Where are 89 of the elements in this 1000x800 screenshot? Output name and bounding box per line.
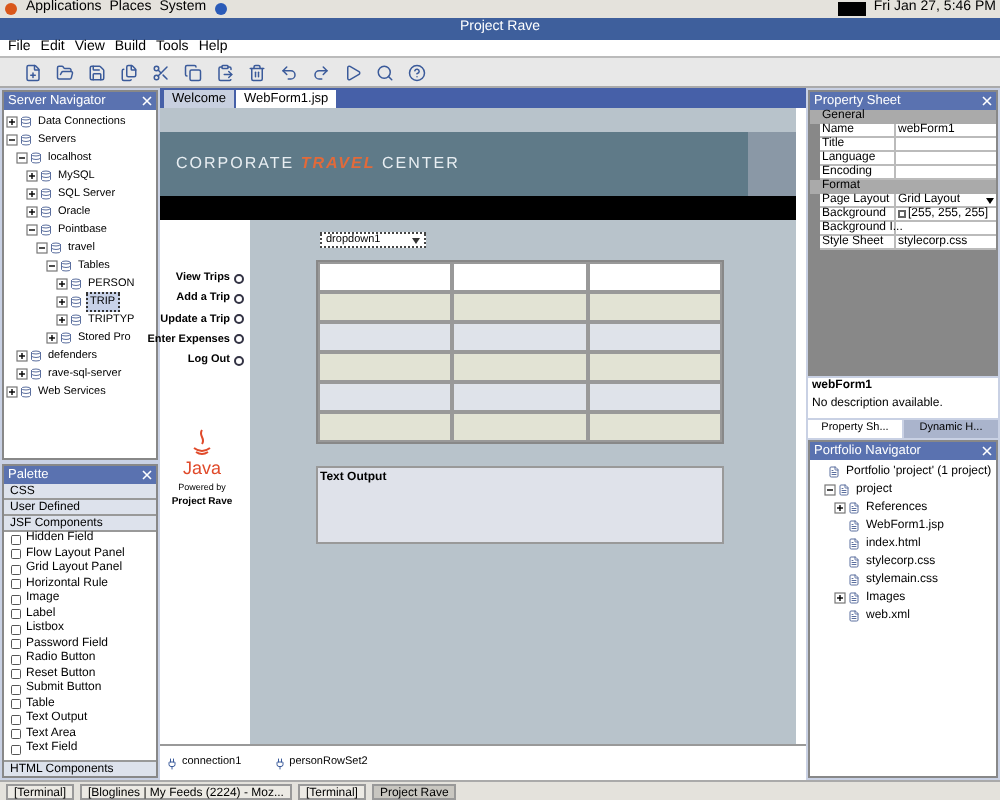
tree-node-icon bbox=[30, 151, 42, 163]
table-cell bbox=[587, 352, 722, 382]
expand-toggle-icon[interactable] bbox=[26, 205, 38, 217]
expand-toggle-icon[interactable] bbox=[834, 501, 846, 513]
close-icon[interactable] bbox=[982, 96, 992, 106]
tree-node-icon bbox=[20, 115, 32, 127]
tree-node-icon bbox=[30, 367, 42, 379]
expand-toggle-icon[interactable] bbox=[16, 367, 28, 379]
expand-toggle-icon[interactable] bbox=[56, 313, 68, 325]
tree-node-icon bbox=[60, 259, 72, 271]
expand-toggle-icon[interactable] bbox=[834, 591, 846, 603]
toolbar-icon[interactable] bbox=[312, 63, 330, 81]
logo-text: Java bbox=[182, 460, 221, 479]
tree-node-icon bbox=[60, 331, 72, 343]
table-cell bbox=[452, 322, 588, 352]
tree-node-icon bbox=[40, 187, 52, 199]
table-cell bbox=[452, 262, 588, 292]
table-cell bbox=[318, 322, 453, 352]
component-icon bbox=[273, 757, 286, 769]
banner-title: CORPORATE TRAVEL CENTER bbox=[176, 152, 460, 176]
tree-node-icon bbox=[848, 501, 860, 513]
table-cell bbox=[452, 382, 588, 412]
toolbar-icon[interactable] bbox=[88, 63, 106, 81]
toolbar-icon[interactable] bbox=[120, 63, 138, 81]
tree-node-icon bbox=[40, 223, 52, 235]
expand-toggle-icon[interactable] bbox=[56, 277, 68, 289]
table-cell bbox=[452, 412, 588, 442]
expand-toggle-icon[interactable] bbox=[16, 349, 28, 361]
expand-toggle-icon[interactable] bbox=[46, 331, 58, 343]
tree-node-icon bbox=[70, 295, 82, 307]
toolbar-icon[interactable] bbox=[248, 63, 266, 81]
table-cell bbox=[318, 292, 453, 322]
toolbar-icon[interactable] bbox=[376, 63, 394, 81]
tree-node-icon bbox=[848, 573, 860, 585]
tree-node-icon bbox=[848, 519, 860, 531]
tree-node-icon bbox=[40, 169, 52, 181]
close-icon[interactable] bbox=[142, 96, 152, 106]
tree-node-icon bbox=[40, 205, 52, 217]
table-cell bbox=[318, 382, 453, 412]
tree-node-icon bbox=[838, 483, 850, 495]
toolbar-icon[interactable] bbox=[152, 63, 170, 81]
tree-node-icon bbox=[20, 133, 32, 145]
expand-toggle-icon[interactable] bbox=[36, 241, 48, 253]
tree-node-icon bbox=[50, 241, 62, 253]
expand-toggle-icon[interactable] bbox=[26, 223, 38, 235]
table-cell bbox=[587, 292, 722, 322]
tree-node-icon bbox=[848, 609, 860, 621]
table-cell bbox=[318, 262, 453, 292]
toolbar-icon[interactable] bbox=[280, 63, 298, 81]
expand-toggle-icon[interactable] bbox=[824, 483, 836, 495]
close-icon[interactable] bbox=[142, 470, 152, 480]
caret-icon bbox=[412, 237, 420, 243]
tree-node-icon bbox=[828, 465, 840, 477]
toolbar-icon[interactable] bbox=[216, 63, 234, 81]
table-cell bbox=[318, 412, 453, 442]
expand-toggle-icon[interactable] bbox=[6, 115, 18, 127]
table-cell bbox=[587, 412, 722, 442]
expand-toggle-icon[interactable] bbox=[26, 187, 38, 199]
system-monitor bbox=[837, 2, 866, 16]
tree-node-icon bbox=[20, 385, 32, 397]
toolbar-icon[interactable] bbox=[24, 63, 42, 81]
expand-toggle-icon[interactable] bbox=[16, 151, 28, 163]
city-photo-placeholder bbox=[748, 132, 796, 196]
tree-node-icon bbox=[30, 349, 42, 361]
coffee-cup-icon bbox=[189, 428, 214, 461]
close-icon[interactable] bbox=[982, 446, 992, 456]
toolbar-icon[interactable] bbox=[344, 63, 362, 81]
toolbar-icon[interactable] bbox=[184, 63, 202, 81]
table-cell bbox=[452, 352, 588, 382]
toolbar-icon[interactable] bbox=[408, 63, 426, 81]
table-cell bbox=[318, 352, 453, 382]
tree-node-icon bbox=[848, 537, 860, 549]
expand-toggle-icon[interactable] bbox=[26, 169, 38, 181]
tree-node-icon bbox=[848, 591, 860, 603]
tree-node-icon bbox=[848, 555, 860, 567]
table-cell bbox=[587, 382, 722, 412]
table-cell bbox=[452, 292, 588, 322]
foot-logo-icon bbox=[4, 2, 18, 16]
expand-toggle-icon[interactable] bbox=[6, 385, 18, 397]
table-cell bbox=[587, 262, 722, 292]
expand-toggle-icon[interactable] bbox=[56, 295, 68, 307]
component-icon bbox=[166, 757, 178, 769]
expand-toggle-icon[interactable] bbox=[6, 133, 18, 145]
tree-node-icon bbox=[70, 313, 82, 325]
tree-node-icon bbox=[70, 277, 82, 289]
toolbar-icon[interactable] bbox=[56, 63, 74, 81]
table-cell bbox=[587, 322, 722, 352]
expand-toggle-icon[interactable] bbox=[46, 259, 58, 271]
globe-icon[interactable] bbox=[214, 2, 229, 16]
